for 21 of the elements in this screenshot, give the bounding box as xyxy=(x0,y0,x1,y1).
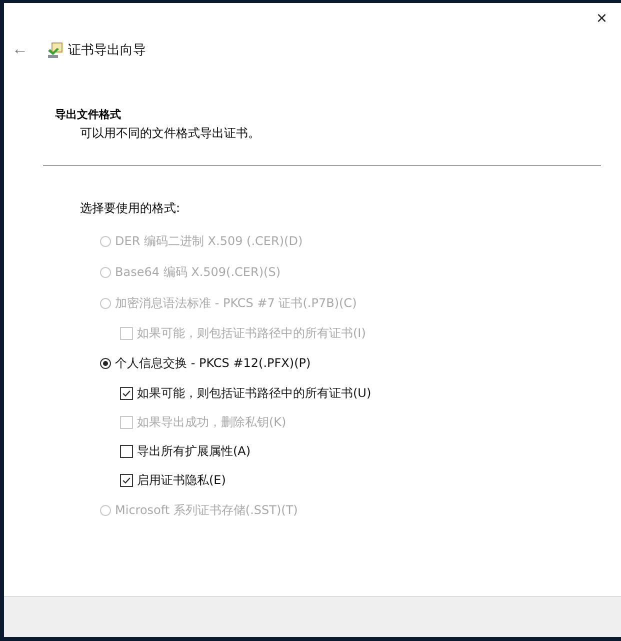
checkbox[interactable] xyxy=(120,387,133,400)
back-button[interactable]: ← xyxy=(12,41,28,59)
section-description: 可以用不同的文件格式导出证书。 xyxy=(80,125,261,142)
option-label: Microsoft 系列证书存储(.SST)(T) xyxy=(115,502,298,519)
option-label: 加密消息语法标准 - PKCS #7 证书(.P7B)(C) xyxy=(115,295,357,312)
checkbox[interactable] xyxy=(120,445,133,458)
format-prompt: 选择要使用的格式: xyxy=(80,200,182,217)
option-label: DER 编码二进制 X.509 (.CER)(D) xyxy=(115,233,303,250)
certificate-icon xyxy=(46,41,64,59)
checkbox-label: 如果导出成功，删除私钥(K) xyxy=(137,414,286,431)
checkbox[interactable] xyxy=(120,474,133,487)
option-label: 个人信息交换 - PKCS #12(.PFX)(P) xyxy=(115,355,311,372)
checkbox-label: 如果可能，则包括证书路径中的所有证书(I) xyxy=(137,325,366,342)
radio-button[interactable] xyxy=(100,358,111,369)
checkbox-label: 启用证书隐私(E) xyxy=(137,472,226,489)
checkbox-label: 导出所有扩展属性(A) xyxy=(137,443,251,460)
window-title: 证书导出向导 xyxy=(68,42,146,59)
close-button[interactable]: × xyxy=(590,8,613,28)
checkbox-label: 如果可能，则包括证书路径中的所有证书(U) xyxy=(137,385,372,402)
section-heading: 导出文件格式 xyxy=(55,107,122,122)
option-label: Base64 编码 X.509(.CER)(S) xyxy=(115,264,281,281)
